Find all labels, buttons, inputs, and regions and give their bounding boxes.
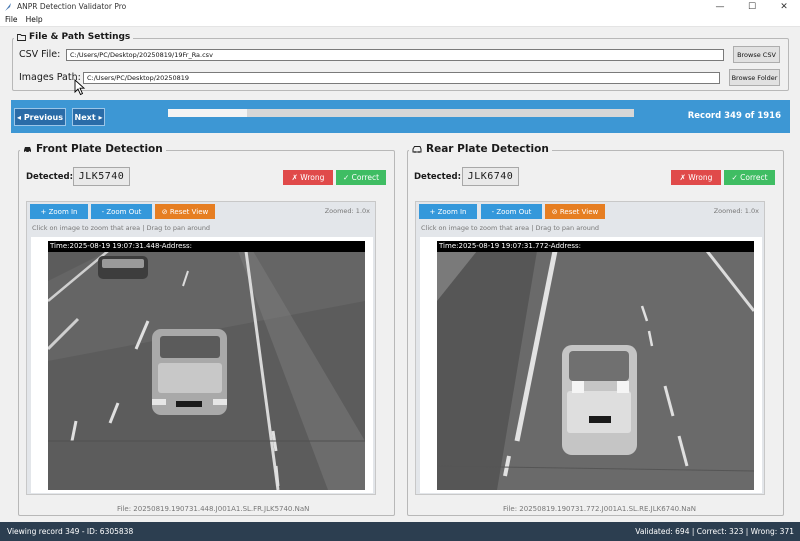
car-icon (24, 147, 31, 153)
progress-fill (168, 109, 248, 117)
rear-image-viewer: + Zoom In - Zoom Out ⊘ Reset View Zoomed… (415, 201, 765, 495)
rear-timestamp-overlay: Time:2025-08-19 19:07:31.772-Address: (437, 241, 754, 252)
front-plate-value: JLK5740 (73, 167, 130, 186)
next-button[interactable]: Next ▸ (72, 108, 105, 126)
front-camera-image[interactable]: Time:2025-08-19 19:07:31.448-Address: (48, 241, 365, 490)
front-zoom-in-button[interactable]: + Zoom In (30, 204, 88, 219)
status-validation-summary: Validated: 694 | Correct: 323 | Wrong: 3… (635, 527, 794, 536)
window-titlebar: ANPR Detection Validator Pro — ☐ ✕ (0, 0, 800, 13)
browse-folder-button[interactable]: Browse Folder (729, 69, 780, 86)
images-path-field[interactable]: C:/Users/PC/Desktop/20250819 (83, 72, 720, 84)
front-panel-title-text: Front Plate Detection (36, 143, 163, 155)
settings-title-text: File & Path Settings (29, 32, 131, 42)
rear-image-canvas[interactable]: Time:2025-08-19 19:07:31.772-Address: (420, 237, 762, 493)
menu-file[interactable]: File (5, 15, 18, 24)
front-road-scene (48, 241, 365, 490)
images-path-label: Images Path: (19, 72, 81, 83)
front-correct-button[interactable]: ✓ Correct (336, 170, 386, 185)
status-bar: Viewing record 349 - ID: 6305838 Validat… (0, 522, 800, 541)
rear-zoom-out-button[interactable]: - Zoom Out (481, 204, 542, 219)
window-title: ANPR Detection Validator Pro (17, 2, 127, 11)
rear-road-scene (437, 241, 754, 490)
rear-panel-title-text: Rear Plate Detection (426, 143, 549, 155)
csv-file-label: CSV File: (19, 49, 61, 60)
rear-zoom-level: Zoomed: 1.0x (713, 207, 759, 215)
browse-csv-button[interactable]: Browse CSV (733, 46, 780, 63)
rear-zoom-in-button[interactable]: + Zoom In (419, 204, 477, 219)
rear-file-label: File: 20250819.190731.772.J001A1.SL.RE.J… (503, 505, 697, 513)
csv-file-field[interactable]: C:/Users/PC/Desktop/20250819/19Fr_Ra.csv (66, 49, 724, 61)
front-panel-title: Front Plate Detection (20, 143, 166, 155)
rear-wrong-button[interactable]: ✗ Wrong (671, 170, 721, 185)
front-zoom-level: Zoomed: 1.0x (324, 207, 370, 215)
record-progress-bar (168, 109, 634, 117)
front-wrong-button[interactable]: ✗ Wrong (283, 170, 333, 185)
settings-title: File & Path Settings (14, 32, 134, 42)
rear-panel-title: Rear Plate Detection (409, 143, 552, 155)
front-timestamp-overlay: Time:2025-08-19 19:07:31.448-Address: (48, 241, 365, 252)
rear-camera-image[interactable]: Time:2025-08-19 19:07:31.772-Address: (437, 241, 754, 490)
status-record-info: Viewing record 349 - ID: 6305838 (7, 527, 134, 536)
folder-icon (17, 34, 26, 41)
record-counter: Record 349 of 1916 (687, 111, 781, 121)
front-reset-view-button[interactable]: ⊘ Reset View (155, 204, 215, 219)
menu-help[interactable]: Help (26, 15, 43, 24)
previous-button[interactable]: ◂ Previous (14, 108, 66, 126)
mouse-cursor-icon (74, 79, 86, 96)
navigation-bar: ◂ Previous Next ▸ Record 349 of 1916 (11, 100, 790, 133)
maximize-button[interactable]: ☐ (736, 0, 768, 13)
front-image-viewer: + Zoom In - Zoom Out ⊘ Reset View Zoomed… (26, 201, 376, 495)
rear-reset-view-button[interactable]: ⊘ Reset View (545, 204, 605, 219)
front-file-label: File: 20250819.190731.448.J001A1.SL.FR.J… (117, 505, 310, 513)
minimize-button[interactable]: — (704, 0, 736, 13)
front-hint: Click on image to zoom that area | Drag … (32, 224, 211, 232)
rear-detected-label: Detected: (414, 172, 461, 182)
app-feather-icon (5, 2, 11, 11)
rear-correct-button[interactable]: ✓ Correct (724, 170, 775, 185)
rear-hint: Click on image to zoom that area | Drag … (421, 224, 600, 232)
close-button[interactable]: ✕ (768, 0, 800, 13)
car-rear-icon (412, 146, 422, 153)
rear-plate-value: JLK6740 (462, 167, 519, 186)
front-image-canvas[interactable]: Time:2025-08-19 19:07:31.448-Address: (31, 237, 373, 493)
front-zoom-out-button[interactable]: - Zoom Out (91, 204, 152, 219)
menu-bar: File Help (0, 13, 800, 27)
front-detected-label: Detected: (26, 172, 73, 182)
